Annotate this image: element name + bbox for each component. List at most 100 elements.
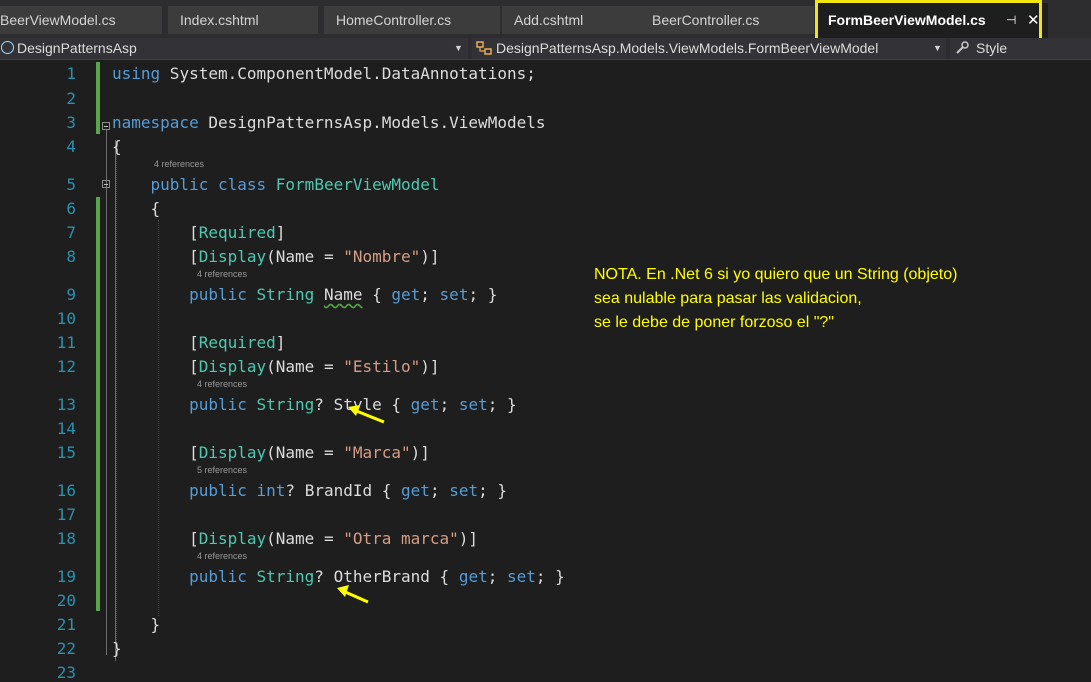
nullable-mark: ? (314, 567, 324, 586)
tab-label: FormBeerViewModel.cs (828, 12, 986, 28)
code-text: (Name = (266, 357, 344, 376)
code-line-1: using System.ComponentModel.DataAnnotati… (112, 64, 536, 83)
string-literal: "Nombre" (343, 247, 421, 266)
arrow-icon (348, 405, 385, 424)
code-line-16: public int? BrandId { get; set; } (112, 481, 507, 500)
change-indicator (96, 197, 100, 611)
line-number: 20 (56, 591, 76, 610)
keyword: set (506, 567, 536, 586)
line-number: 2 (66, 89, 76, 108)
codelens-references[interactable]: 5 references (197, 465, 247, 475)
keyword: int (256, 481, 286, 500)
code-line-12: [Display(Name = "Estilo")] (112, 357, 439, 376)
code-line-15: [Display(Name = "Marca")] (112, 443, 430, 462)
note-line: sea nulable para pasar las validacion, (594, 290, 862, 307)
tab-formbeerviewmodel[interactable]: FormBeerViewModel.cs ⊣ ✕ (816, 3, 1048, 38)
code-line-18: [Display(Name = "Otra marca")] (112, 529, 478, 548)
tab-beercontroller[interactable]: BeerController.cs (640, 6, 814, 34)
member-dropdown[interactable]: Style (950, 38, 1091, 59)
tab-label: HomeController.cs (336, 12, 452, 28)
keyword: get (410, 395, 440, 414)
line-number: 21 (56, 615, 76, 634)
code-line-22: } (112, 639, 122, 658)
code-text: (Name = (266, 443, 344, 462)
code-text: DesignPatternsAsp.Models.ViewModels (198, 113, 546, 132)
type-dropdown[interactable]: DesignPatternsAsp.Models.ViewModels.Form… (472, 38, 946, 59)
type-name: String (256, 285, 315, 304)
collapse-namespace-icon[interactable] (102, 122, 110, 130)
line-number: 1 (66, 64, 76, 83)
navigation-bar: DesignPatternsAsp ▼ DesignPatternsAsp.Mo… (0, 38, 1091, 60)
bracket: [ (189, 247, 199, 266)
code-text: { (429, 567, 459, 586)
bracket: [ (189, 333, 199, 352)
codelens-references[interactable]: 4 references (197, 379, 247, 389)
line-number: 19 (56, 567, 76, 586)
project-dropdown[interactable]: DesignPatternsAsp ▼ (0, 38, 468, 59)
project-icon (1, 41, 14, 54)
line-number: 11 (56, 333, 76, 352)
type-name: String (256, 395, 315, 414)
collapse-class-icon[interactable] (102, 180, 110, 188)
property-name: BrandId (304, 481, 373, 500)
string-literal: "Otra marca" (343, 529, 459, 548)
code-line-5: public class FormBeerViewModel (112, 175, 440, 194)
nullable-mark: ? (285, 481, 296, 500)
brace: { (112, 137, 122, 156)
code-text: )] (458, 529, 479, 548)
type-name: String (256, 567, 315, 586)
codelens-references[interactable]: 4 references (154, 159, 204, 169)
code-text: { (362, 285, 392, 304)
tab-index[interactable]: Index.cshtml (168, 6, 318, 34)
code-line-21: } (112, 615, 161, 634)
code-text: ; (429, 481, 450, 500)
line-number: 15 (56, 443, 76, 462)
code-line-8: [Display(Name = "Nombre")] (112, 247, 439, 266)
code-text: { (372, 481, 402, 500)
keyword: public (189, 285, 247, 304)
tab-label: BeerViewModel.cs (0, 12, 116, 28)
arrow-icon (337, 585, 369, 604)
member-label: Style (976, 40, 1008, 56)
line-number: 4 (66, 137, 76, 156)
nullable-mark: ? (314, 395, 324, 414)
project-label: DesignPatternsAsp (17, 40, 137, 56)
outline-guide (106, 130, 107, 655)
tab-beerviewmodel[interactable]: BeerViewModel.cs (0, 6, 162, 34)
code-text: System.ComponentModel.DataAnnotations; (160, 64, 536, 83)
keyword: get (391, 285, 421, 304)
tab-homecontroller[interactable]: HomeController.cs (324, 6, 500, 34)
code-editor[interactable]: 1 2 3 4 5 6 7 8 9 10 11 12 13 14 15 16 1… (0, 60, 1091, 682)
codelens-references[interactable]: 4 references (197, 269, 247, 279)
attribute: Display (198, 529, 267, 548)
chevron-down-icon[interactable]: ▼ (454, 38, 463, 59)
tab-add[interactable]: Add.cshtml (502, 6, 640, 34)
bracket: ] (275, 333, 286, 352)
code-line-9: public String Name { get; set; } (112, 285, 497, 304)
tab-label: Index.cshtml (180, 12, 259, 28)
code-text: ; (487, 567, 507, 586)
line-number: 13 (56, 395, 76, 414)
type-label: DesignPatternsAsp.Models.ViewModels.Form… (496, 40, 879, 56)
line-number: 8 (66, 247, 76, 266)
keyword: get (401, 481, 430, 500)
attribute: Required (198, 223, 276, 242)
close-icon[interactable]: ✕ (1027, 3, 1040, 38)
code-text: ; } (535, 567, 565, 586)
attribute: Display (198, 357, 267, 376)
brace: } (150, 615, 161, 634)
line-number: 16 (56, 481, 76, 500)
code-line-3: namespace DesignPatternsAsp.Models.ViewM… (112, 113, 545, 132)
pin-icon[interactable]: ⊣ (1006, 3, 1016, 38)
chevron-down-icon[interactable]: ▼ (933, 38, 942, 59)
line-number: 14 (56, 419, 76, 438)
codelens-references[interactable]: 4 references (197, 551, 247, 561)
line-number: 17 (56, 505, 76, 524)
keyword: public (189, 481, 247, 500)
line-number: 23 (56, 663, 76, 682)
code-line-6: { (112, 199, 161, 218)
code-text: ; (420, 285, 440, 304)
code-text: ; } (478, 481, 508, 500)
annotation-note: NOTA. En .Net 6 si yo quiero que un Stri… (594, 263, 957, 335)
line-number: 18 (56, 529, 76, 548)
